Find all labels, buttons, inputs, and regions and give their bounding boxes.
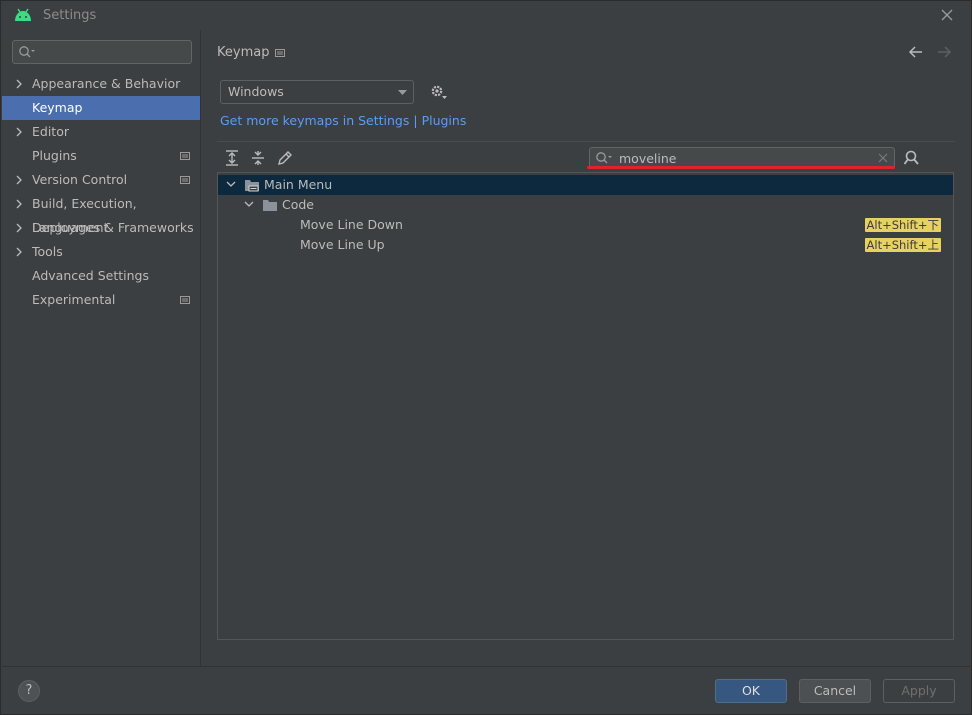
sidebar-item-label: Plugins (32, 148, 77, 163)
help-button[interactable]: ? (18, 680, 40, 702)
tree-row-label: Move Line Up (300, 237, 385, 252)
sidebar-item-experimental[interactable]: Experimental (2, 288, 200, 312)
dialog-footer: ? OK Cancel Apply (2, 666, 970, 713)
close-icon[interactable] (940, 8, 954, 22)
red-underline-annotation (587, 166, 895, 169)
menu-folder-icon (244, 178, 260, 192)
keymap-select-value: Windows (228, 84, 284, 99)
folder-icon (262, 198, 278, 212)
sidebar-item-label: Keymap (32, 100, 83, 115)
chevron-right-icon[interactable] (16, 79, 22, 89)
link-separator: | (409, 113, 422, 128)
sidebar-item-keymap[interactable]: Keymap (2, 96, 200, 120)
find-by-shortcut-icon[interactable] (903, 150, 921, 166)
collapse-all-icon[interactable] (251, 150, 265, 166)
sidebar-search-input[interactable] (12, 40, 192, 64)
tree-group-row[interactable]: Main Menu (218, 175, 953, 195)
shortcut-badge: Alt+Shift+上 (864, 238, 941, 252)
chevron-down-icon[interactable] (244, 201, 254, 207)
get-more-keymaps-link[interactable]: Get more keymaps in Settings (220, 113, 409, 128)
filter-value: moveline (619, 151, 677, 166)
chevron-right-icon[interactable] (16, 223, 22, 233)
chevron-down-icon (398, 90, 407, 95)
sidebar-item-label: Tools (32, 244, 63, 259)
ok-button[interactable]: OK (715, 679, 787, 703)
chevron-right-icon[interactable] (16, 199, 22, 209)
sidebar-item-plugins[interactable]: Plugins (2, 144, 200, 168)
tree-row-label: Code (282, 197, 315, 212)
settings-sidebar: Appearance & Behavior Keymap Editor Plugins… (2, 30, 200, 666)
clear-filter-icon[interactable] (878, 153, 888, 163)
project-scope-icon (180, 152, 190, 160)
edit-icon[interactable] (277, 150, 293, 166)
chevron-right-icon[interactable] (16, 127, 22, 137)
chevron-right-icon[interactable] (16, 247, 22, 257)
keymap-links: Get more keymaps in Settings | Plugins (220, 113, 466, 128)
sidebar-item-label: Advanced Settings (32, 268, 149, 283)
plugins-link[interactable]: Plugins (422, 113, 467, 128)
sidebar-item-editor[interactable]: Editor (2, 120, 200, 144)
tree-group-row[interactable]: Code (218, 195, 953, 215)
sidebar-item-label: Languages & Frameworks (32, 220, 194, 235)
sidebar-tree: Appearance & Behavior Keymap Editor Plugins… (2, 72, 200, 312)
project-scope-icon (180, 296, 190, 304)
search-icon (18, 45, 36, 59)
sidebar-item-label: Appearance & Behavior (32, 76, 181, 91)
search-icon (595, 151, 613, 165)
expand-all-icon[interactable] (225, 150, 239, 166)
gear-icon[interactable] (430, 84, 448, 100)
chevron-right-icon[interactable] (16, 175, 22, 185)
android-icon (14, 8, 32, 22)
apply-button[interactable]: Apply (883, 679, 955, 703)
tree-row-label: Main Menu (264, 177, 333, 192)
page-title: Keymap (217, 45, 270, 60)
tree-row-label: Move Line Down (300, 217, 403, 232)
window-title: Settings (43, 8, 97, 23)
cancel-button[interactable]: Cancel (799, 679, 871, 703)
tree-action-row[interactable]: Move Line Down Alt+Shift+下 (218, 215, 953, 235)
project-scope-icon (275, 49, 285, 57)
sidebar-item-label: Version Control (32, 172, 128, 187)
forward-arrow-icon[interactable] (936, 45, 952, 59)
tree-action-row[interactable]: Move Line Up Alt+Shift+上 (218, 235, 953, 255)
keymap-panel: Keymap Windows Get more keymaps in Setti… (200, 30, 970, 666)
keymap-select[interactable]: Windows (220, 80, 414, 104)
divider (217, 141, 955, 142)
back-arrow-icon[interactable] (908, 45, 924, 59)
sidebar-item-version-control[interactable]: Version Control (2, 168, 200, 192)
project-scope-icon (180, 176, 190, 184)
shortcut-badge: Alt+Shift+下 (864, 218, 941, 232)
keymap-actions-tree[interactable]: Main Menu Code Move Line Down Alt+Shift+下 Mo… (217, 172, 954, 640)
sidebar-item-label: Experimental (32, 292, 116, 307)
sidebar-item-advanced-settings[interactable]: Advanced Settings (2, 264, 200, 288)
title-bar: Settings (0, 0, 972, 30)
sidebar-item-label: Editor (32, 124, 69, 139)
sidebar-item-build-execution-deployment[interactable]: Build, Execution, Deployment (2, 192, 200, 235)
sidebar-item-languages-frameworks[interactable]: Languages & Frameworks (2, 216, 200, 240)
sidebar-item-tools[interactable]: Tools (2, 240, 200, 264)
sidebar-item-appearance-behavior[interactable]: Appearance & Behavior (2, 72, 200, 96)
chevron-down-icon[interactable] (226, 181, 236, 187)
